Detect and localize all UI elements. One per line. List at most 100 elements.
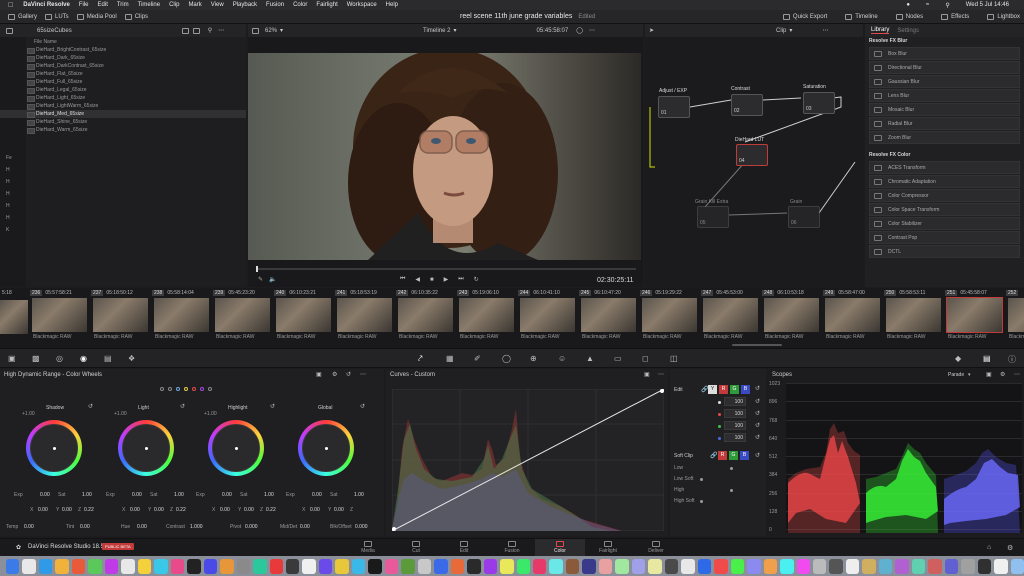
dock-app-icon[interactable]	[220, 558, 234, 574]
list-item[interactable]: DieHard_DarkContrast_65size	[0, 62, 246, 70]
dock-app-icon[interactable]	[285, 558, 300, 574]
x-value[interactable]: 0.00	[38, 507, 48, 513]
page-fairlight[interactable]: Fairlight	[583, 539, 633, 557]
window-icon[interactable]: ◯	[502, 354, 511, 363]
exp-value[interactable]: 0.00	[132, 492, 142, 498]
reset-icon[interactable]: ↺	[755, 452, 760, 459]
clip-thumbnail[interactable]: 237 05:18:50:12 Blackmagic RAW	[91, 288, 150, 346]
clip-thumbnail[interactable]: 236 05:57:58:21 Blackmagic RAW	[30, 288, 89, 346]
sat-value[interactable]: 1.00	[264, 492, 274, 498]
folder-item[interactable]: H	[6, 191, 10, 197]
dock-app-icon[interactable]	[648, 558, 662, 574]
sizing-icon[interactable]: ◻	[642, 354, 649, 363]
dock-app-icon[interactable]	[467, 558, 481, 574]
dock-app-icon[interactable]	[71, 558, 86, 574]
page-media[interactable]: Media	[343, 539, 393, 557]
dock-app-icon[interactable]	[895, 558, 909, 574]
dock-app-icon[interactable]	[730, 558, 745, 574]
effect-item[interactable]: Box Blur	[869, 47, 1020, 60]
clip-thumbnail[interactable]: 243 05:19:06:10 Blackmagic RAW	[457, 288, 516, 346]
viewer-image[interactable]	[248, 53, 641, 260]
reset-icon[interactable]: ↺	[755, 410, 760, 417]
audio-icon[interactable]: 🔈	[269, 276, 276, 283]
menu-item[interactable]: Color	[293, 2, 307, 8]
stop-icon[interactable]: ■	[430, 277, 434, 283]
dock-app-icon[interactable]	[417, 558, 432, 574]
dock-app-icon[interactable]	[121, 558, 135, 574]
node-06[interactable]: 06	[788, 206, 820, 228]
color-match-icon[interactable]: ▩	[32, 354, 40, 363]
skip-back-icon[interactable]: ⏮	[400, 276, 405, 283]
dock-app-icon[interactable]	[780, 558, 794, 574]
reset-icon[interactable]: ↺	[270, 403, 275, 410]
wheel-puck[interactable]	[52, 446, 56, 450]
param-value[interactable]: 1.000	[190, 524, 203, 530]
param-value[interactable]: 0.00	[300, 524, 310, 530]
dock-app-icon[interactable]	[911, 558, 926, 574]
dock-app-icon[interactable]	[664, 558, 679, 574]
zone-dot[interactable]	[192, 387, 196, 391]
list-item[interactable]: DieHard_Full_65size	[0, 78, 246, 86]
list-item[interactable]: DieHard_Warm_65size	[0, 126, 246, 134]
dock-app-icon[interactable]	[878, 558, 893, 574]
effect-item[interactable]: Zoom Blur	[869, 131, 1020, 144]
menu-item[interactable]: Fusion	[266, 2, 284, 8]
effect-item[interactable]: Radial Blur	[869, 117, 1020, 130]
camera-raw-icon[interactable]: ▣	[8, 354, 16, 363]
pen-icon[interactable]: ✎	[258, 276, 263, 283]
clip-thumbnail[interactable]: 250 05:58:53:11 Blackmagic RAW	[884, 288, 943, 346]
intensity-field-r[interactable]: 100	[724, 409, 746, 418]
reset-icon[interactable]: ↺	[755, 385, 760, 392]
color-wheel[interactable]	[200, 412, 272, 484]
menu-item[interactable]: Mark	[188, 2, 201, 8]
zone-dot[interactable]	[160, 387, 164, 391]
x-value[interactable]: 0.00	[130, 507, 140, 513]
dock-app-icon[interactable]	[928, 558, 942, 574]
menu-item[interactable]: View	[211, 2, 224, 8]
zoom-level[interactable]: 62%	[265, 28, 277, 34]
channel-b-button[interactable]: B	[741, 385, 750, 394]
search-icon[interactable]: ⚲	[208, 27, 212, 34]
dock-app-icon[interactable]	[631, 558, 646, 574]
zone-dot[interactable]	[200, 387, 204, 391]
effect-item[interactable]: Directional Blur	[869, 61, 1020, 74]
wheel-puck[interactable]	[234, 446, 238, 450]
timeline-button[interactable]: Timeline	[845, 14, 878, 20]
intensity-field-g[interactable]: 100	[724, 421, 746, 430]
dock-app-icon[interactable]	[697, 558, 712, 574]
softclip-b-button[interactable]: B	[740, 451, 749, 460]
strip-scrollbar[interactable]	[732, 344, 782, 346]
effect-item[interactable]: Color Compressor	[869, 189, 1020, 202]
dock-app-icon[interactable]	[170, 558, 185, 574]
y-value[interactable]: 0.00	[334, 507, 344, 513]
effect-item[interactable]: Mosaic Blur	[869, 103, 1020, 116]
color-wheel[interactable]	[290, 412, 362, 484]
clip-thumbnail[interactable]: 252 Blackm	[1006, 288, 1024, 346]
curves-menu-icon[interactable]: ▣	[644, 371, 650, 378]
play-reverse-icon[interactable]: ◀	[415, 276, 420, 283]
clip-thumbnail[interactable]: 240 06:10:23:21 Blackmagic RAW	[274, 288, 333, 346]
dock-app-icon[interactable]	[203, 558, 218, 574]
zone-dot[interactable]	[184, 387, 188, 391]
nodes-button[interactable]: Nodes	[895, 14, 923, 20]
grid-view-icon[interactable]	[181, 27, 189, 34]
dock-app-icon[interactable]	[598, 558, 613, 574]
menu-item[interactable]: Clip	[169, 2, 179, 8]
viewer-scrubber[interactable]	[256, 268, 636, 270]
menu-item[interactable]: Trim	[117, 2, 129, 8]
page-deliver[interactable]: Deliver	[631, 539, 681, 557]
clip-thumbnail[interactable]: 241 05:18:53:19 Blackmagic RAW	[335, 288, 394, 346]
list-item[interactable]: DieHard_Light_65size	[0, 94, 246, 102]
page-cut[interactable]: Cut	[391, 539, 441, 557]
wheel-puck[interactable]	[324, 446, 328, 450]
dock-app-icon[interactable]	[236, 558, 251, 574]
param-value[interactable]: 0.00	[80, 524, 90, 530]
clips-button[interactable]: Clips	[124, 13, 148, 20]
dock-app-icon[interactable]	[38, 558, 53, 574]
chevron-down-icon[interactable]: ▾	[968, 372, 971, 378]
sidebar-toggle-icon[interactable]	[6, 27, 13, 34]
intensity-field-y[interactable]: 100	[724, 397, 746, 406]
dock-app-icon[interactable]	[318, 558, 333, 574]
list-item-selected[interactable]: DieHard_Med_65size	[0, 110, 246, 118]
clip-thumbnail[interactable]: 249 05:58:47:00 Blackmagic RAW	[823, 288, 882, 346]
